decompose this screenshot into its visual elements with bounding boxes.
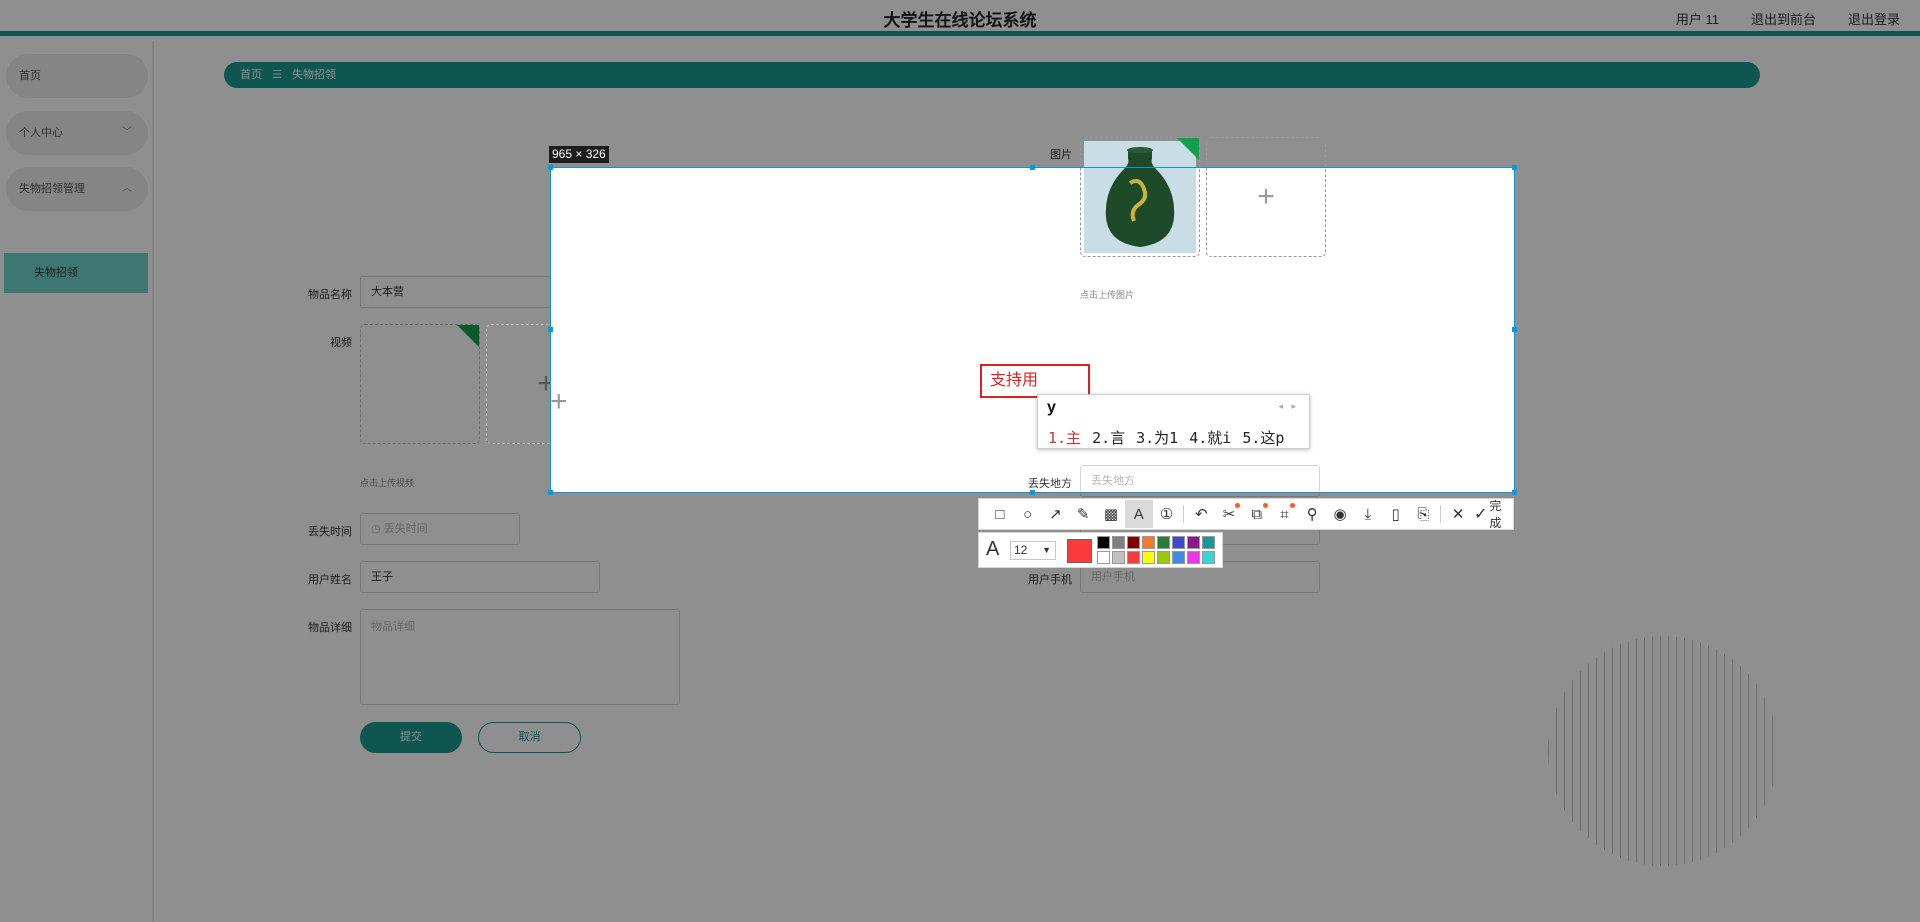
ime-candidate[interactable]: 3.为1 bbox=[1136, 427, 1178, 448]
number-icon[interactable]: ① bbox=[1153, 500, 1181, 528]
ime-input-text: y bbox=[1047, 399, 1056, 416]
color-swatch[interactable] bbox=[1202, 536, 1215, 549]
color-swatch[interactable] bbox=[1112, 536, 1125, 549]
color-swatch[interactable] bbox=[1157, 551, 1170, 564]
badge-dot bbox=[1234, 503, 1240, 508]
color-swatch[interactable] bbox=[1187, 551, 1200, 564]
ime-candidate[interactable]: 5.这p bbox=[1242, 427, 1284, 448]
color-swatch[interactable] bbox=[1112, 551, 1125, 564]
ocr-icon[interactable]: ⌗ bbox=[1271, 500, 1299, 528]
ime-candidate[interactable]: 2.言 bbox=[1092, 427, 1125, 448]
color-palette bbox=[1097, 536, 1215, 564]
translate-icon[interactable]: ⧉ bbox=[1243, 500, 1271, 528]
font-size-select[interactable]: 12 ▼ bbox=[1010, 541, 1056, 560]
color-swatch[interactable] bbox=[1202, 551, 1215, 564]
ellipse-icon[interactable]: ○ bbox=[1014, 500, 1042, 528]
color-swatch[interactable] bbox=[1127, 551, 1140, 564]
ime-candidate[interactable]: 1.主 bbox=[1048, 427, 1081, 448]
text-options-bar: A 12 ▼ bbox=[978, 532, 1223, 568]
ime-candidate[interactable]: 4.就i bbox=[1189, 427, 1231, 448]
uploaded-flag-icon bbox=[1177, 138, 1199, 160]
done-button[interactable]: ✓ 完成 bbox=[1474, 497, 1513, 531]
resize-handle[interactable] bbox=[548, 327, 553, 332]
video-upload-edge bbox=[486, 324, 550, 444]
selection-border[interactable] bbox=[550, 167, 1515, 493]
color-swatch[interactable] bbox=[1187, 536, 1200, 549]
done-label: 完成 bbox=[1489, 499, 1502, 530]
translate-glyph: ⧉ bbox=[1251, 505, 1263, 523]
text-annotation-box[interactable]: 支持用 bbox=[980, 364, 1090, 398]
pin-icon[interactable]: ⚲ bbox=[1298, 500, 1326, 528]
check-icon: ✓ bbox=[1473, 506, 1488, 523]
resize-handle[interactable] bbox=[548, 165, 553, 170]
pencil-icon[interactable]: ✎ bbox=[1069, 500, 1097, 528]
arrow-icon[interactable]: ↗ bbox=[1042, 500, 1070, 528]
color-swatch[interactable] bbox=[1142, 536, 1155, 549]
color-swatch[interactable] bbox=[1172, 551, 1185, 564]
phone-icon[interactable]: ▯ bbox=[1382, 500, 1410, 528]
ime-candidates: 1.主 2.言 3.为1 4.就i 5.这p bbox=[1048, 427, 1284, 448]
resize-handle[interactable] bbox=[1512, 165, 1517, 170]
color-swatch[interactable] bbox=[1127, 536, 1140, 549]
color-swatch[interactable] bbox=[1172, 536, 1185, 549]
resize-handle[interactable] bbox=[1030, 490, 1035, 495]
selection-size-badge: 965 × 326 bbox=[549, 146, 609, 163]
toolbar-divider bbox=[1183, 505, 1185, 523]
record-icon[interactable]: ◉ bbox=[1326, 500, 1354, 528]
color-swatch[interactable] bbox=[1097, 551, 1110, 564]
color-swatch[interactable] bbox=[1097, 536, 1110, 549]
download-icon[interactable]: ⤓ bbox=[1354, 500, 1382, 528]
badge-dot bbox=[1290, 503, 1296, 508]
toolbar-divider bbox=[1440, 505, 1442, 523]
resize-handle[interactable] bbox=[1030, 165, 1035, 170]
resize-handle[interactable] bbox=[548, 490, 553, 495]
undo-icon[interactable]: ↶ bbox=[1187, 500, 1215, 528]
dropdown-arrow-icon: ▼ bbox=[1042, 545, 1051, 555]
color-swatch[interactable] bbox=[1157, 536, 1170, 549]
screenshot-toolbar: □ ○ ↗ ✎ ▩ A ① ↶ ✂ ⧉ ⌗ ⚲ ◉ ⤓ ▯ ⎘ ✕ ✓ 完成 bbox=[978, 498, 1514, 530]
font-size-value: 12 bbox=[1014, 543, 1028, 557]
font-icon: A bbox=[986, 538, 1000, 560]
color-swatch[interactable] bbox=[1142, 551, 1155, 564]
scissors-glyph: ✂ bbox=[1222, 506, 1236, 523]
scissors-icon[interactable]: ✂ bbox=[1215, 500, 1243, 528]
resize-handle[interactable] bbox=[1512, 490, 1517, 495]
bookmark-icon[interactable]: ⎘ bbox=[1409, 500, 1437, 528]
close-icon[interactable]: ✕ bbox=[1444, 500, 1472, 528]
ime-candidate-window: y ◂ ▸ 1.主 2.言 3.为1 4.就i 5.这p bbox=[1037, 394, 1310, 449]
mosaic-icon[interactable]: ▩ bbox=[1097, 500, 1125, 528]
text-icon[interactable]: A bbox=[1124, 500, 1153, 528]
rectangle-icon[interactable]: □ bbox=[986, 500, 1014, 528]
ime-page-arrows-icon[interactable]: ◂ ▸ bbox=[1278, 401, 1299, 412]
badge-dot bbox=[1262, 503, 1268, 508]
ocr-glyph: ⌗ bbox=[1280, 505, 1289, 523]
current-color-swatch[interactable] bbox=[1067, 539, 1092, 563]
resize-handle[interactable] bbox=[1512, 327, 1517, 332]
